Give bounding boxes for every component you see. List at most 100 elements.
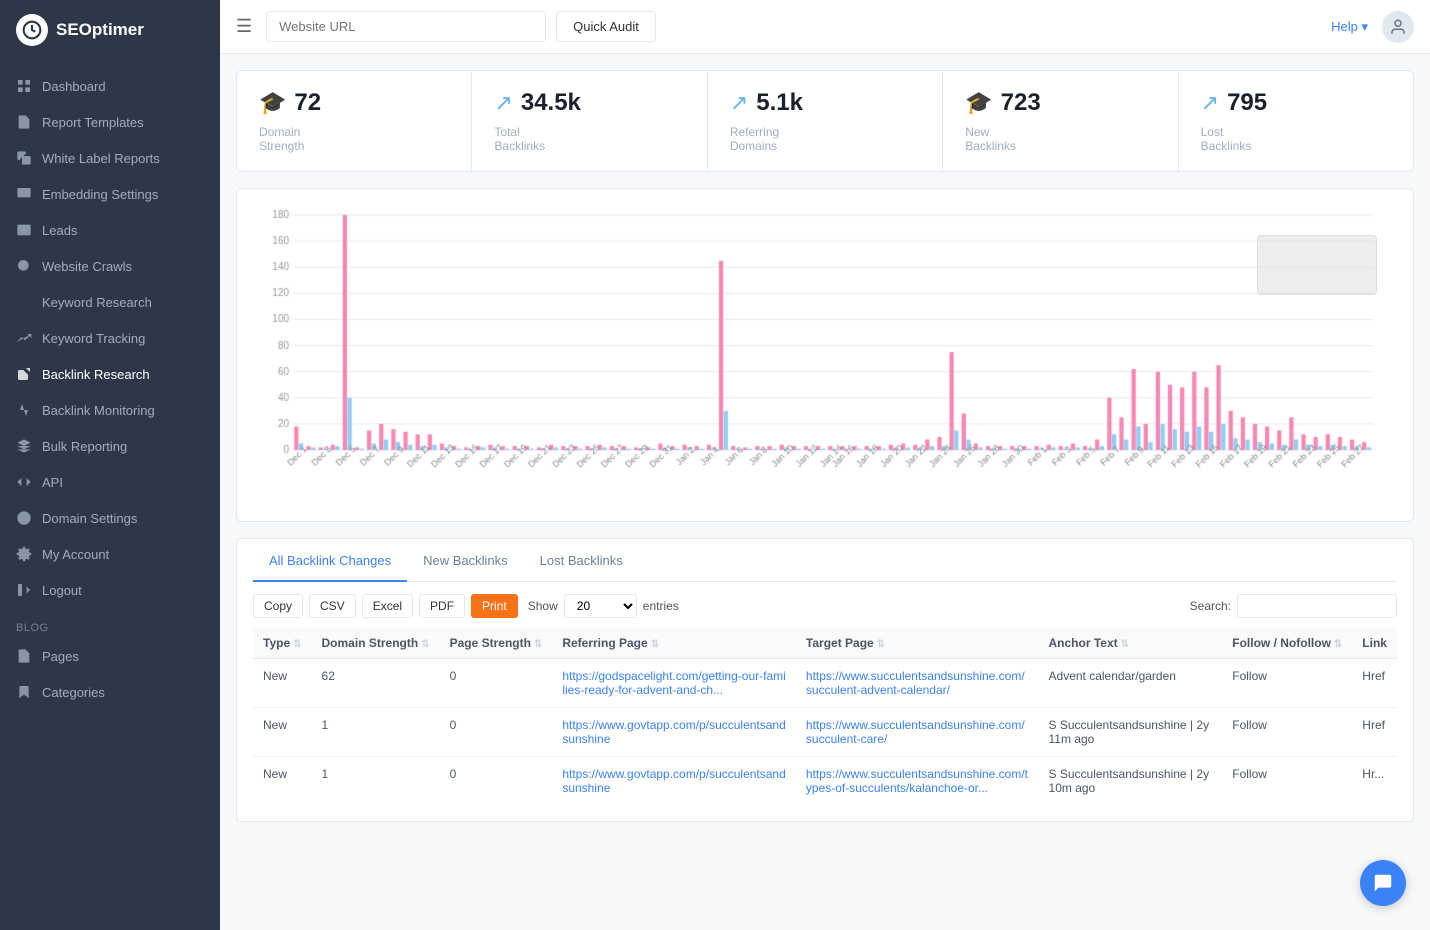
logo-icon — [16, 14, 48, 46]
tab-all-backlink-changes[interactable]: All Backlink Changes — [253, 539, 407, 582]
sidebar-item-white-label[interactable]: White Label Reports — [0, 140, 220, 176]
sidebar-item-bulk-reporting[interactable]: Bulk Reporting — [0, 428, 220, 464]
pdf-button[interactable]: PDF — [419, 594, 465, 618]
help-link[interactable]: Help ▾ — [1331, 19, 1368, 35]
cell-target-page: https://www.succulentsandsunshine.com/su… — [796, 708, 1039, 757]
tab-new-backlinks[interactable]: New Backlinks — [407, 539, 524, 582]
sidebar-item-label: My Account — [42, 547, 109, 562]
sidebar-item-backlink-monitoring[interactable]: Backlink Monitoring — [0, 392, 220, 428]
layers-icon — [16, 438, 32, 454]
sidebar-item-label: Logout — [42, 583, 82, 598]
chart-legend — [1257, 235, 1377, 295]
table-row: New 62 0 https://godspacelight.com/getti… — [253, 659, 1397, 708]
chart-wrap — [253, 205, 1397, 505]
cell-referring-page: https://www.govtapp.com/p/succulentsands… — [552, 757, 796, 806]
user-avatar[interactable] — [1382, 11, 1414, 43]
stat-total-backlinks: ↗ 34.5k TotalBacklinks — [472, 71, 707, 171]
cell-type: New — [253, 659, 312, 708]
sidebar-item-domain-settings[interactable]: Domain Settings — [0, 500, 220, 536]
target-page-link[interactable]: https://www.succulentsandsunshine.com/su… — [806, 669, 1025, 697]
blog-section-label: Blog — [0, 608, 220, 638]
settings-icon — [16, 546, 32, 562]
activity-icon — [16, 402, 32, 418]
col-type: Type⇅ — [253, 628, 312, 659]
stat-value: 34.5k — [521, 89, 581, 117]
col-domain-strength: Domain Strength⇅ — [312, 628, 440, 659]
hamburger-button[interactable]: ☰ — [236, 16, 252, 37]
log-out-icon — [16, 582, 32, 598]
cell-link: Href — [1352, 659, 1397, 708]
sidebar-item-embedding[interactable]: Embedding Settings — [0, 176, 220, 212]
cell-page-strength: 0 — [440, 659, 553, 708]
logo[interactable]: SEOptimer — [0, 0, 220, 60]
url-input[interactable] — [266, 11, 546, 42]
sidebar-item-api[interactable]: API — [0, 464, 220, 500]
sidebar-item-dashboard[interactable]: Dashboard — [0, 68, 220, 104]
sidebar: SEOptimer Dashboard Report Templates Whi… — [0, 0, 220, 930]
copy-icon — [16, 150, 32, 166]
cell-follow: Follow — [1222, 659, 1352, 708]
table-row: New 1 0 https://www.govtapp.com/p/succul… — [253, 708, 1397, 757]
cell-domain-strength: 1 — [312, 708, 440, 757]
referring-page-link[interactable]: https://godspacelight.com/getting-our-fa… — [562, 669, 785, 697]
sidebar-item-report-templates[interactable]: Report Templates — [0, 104, 220, 140]
brand-name: SEOptimer — [56, 20, 144, 40]
bar-chart-icon — [16, 294, 32, 310]
sidebar-item-logout[interactable]: Logout — [0, 572, 220, 608]
sidebar-item-pages[interactable]: Pages — [0, 638, 220, 674]
external-link-icon-4: ↗ — [1201, 90, 1219, 116]
content-area: 🎓 72 DomainStrength ↗ 34.5k TotalBacklin… — [220, 54, 1430, 930]
referring-page-link[interactable]: https://www.govtapp.com/p/succulentsands… — [562, 767, 785, 795]
search-input[interactable] — [1237, 594, 1397, 618]
tab-lost-backlinks[interactable]: Lost Backlinks — [524, 539, 639, 582]
quick-audit-button[interactable]: Quick Audit — [556, 11, 656, 42]
cell-referring-page: https://godspacelight.com/getting-our-fa… — [552, 659, 796, 708]
cell-link: Hr... — [1352, 757, 1397, 806]
sidebar-item-categories[interactable]: Categories — [0, 674, 220, 710]
entries-select[interactable]: 20 50 100 — [564, 594, 637, 618]
stat-label: LostBacklinks — [1201, 125, 1391, 153]
data-table: Type⇅ Domain Strength⇅ Page Strength⇅ Re… — [253, 628, 1397, 805]
sidebar-item-keyword-tracking[interactable]: Keyword Tracking — [0, 320, 220, 356]
cell-type: New — [253, 757, 312, 806]
cell-follow: Follow — [1222, 757, 1352, 806]
search-label: Search: — [1190, 599, 1231, 613]
stat-value: 795 — [1227, 89, 1267, 117]
sidebar-item-label: Website Crawls — [42, 259, 132, 274]
sidebar-item-backlink-research[interactable]: Backlink Research — [0, 356, 220, 392]
external-link-icon — [16, 366, 32, 382]
sidebar-item-label: Dashboard — [42, 79, 106, 94]
target-page-link[interactable]: https://www.succulentsandsunshine.com/su… — [806, 718, 1025, 746]
csv-button[interactable]: CSV — [309, 594, 356, 618]
sidebar-item-label: Report Templates — [42, 115, 144, 130]
chat-fab[interactable] — [1360, 860, 1406, 906]
file-icon — [16, 114, 32, 130]
backlink-chart — [253, 205, 1393, 505]
copy-button[interactable]: Copy — [253, 594, 303, 618]
excel-button[interactable]: Excel — [362, 594, 413, 618]
sidebar-item-website-crawls[interactable]: Website Crawls — [0, 248, 220, 284]
external-link-icon-2: ↗ — [494, 90, 512, 116]
cell-link: Href — [1352, 708, 1397, 757]
globe-icon — [16, 510, 32, 526]
sidebar-item-leads[interactable]: Leads — [0, 212, 220, 248]
cell-domain-strength: 62 — [312, 659, 440, 708]
external-link-icon-3: ↗ — [730, 90, 748, 116]
stat-label: DomainStrength — [259, 125, 449, 153]
sidebar-item-my-account[interactable]: My Account — [0, 536, 220, 572]
cell-target-page: https://www.succulentsandsunshine.com/ty… — [796, 757, 1039, 806]
sidebar-item-label: Keyword Tracking — [42, 331, 145, 346]
stats-row: 🎓 72 DomainStrength ↗ 34.5k TotalBacklin… — [236, 70, 1414, 172]
print-button[interactable]: Print — [471, 594, 518, 618]
target-page-link[interactable]: https://www.succulentsandsunshine.com/ty… — [806, 767, 1028, 795]
mail-icon — [16, 222, 32, 238]
referring-page-link[interactable]: https://www.govtapp.com/p/succulentsands… — [562, 718, 785, 746]
trending-up-icon — [16, 330, 32, 346]
topbar-right: Help ▾ — [1331, 11, 1414, 43]
sidebar-item-label: Pages — [42, 649, 79, 664]
sidebar-item-label: Domain Settings — [42, 511, 137, 526]
cell-anchor-text: Advent calendar/garden — [1039, 659, 1223, 708]
sidebar-item-keyword-research[interactable]: Keyword Research — [0, 284, 220, 320]
sidebar-item-label: Embedding Settings — [42, 187, 158, 202]
grad-cap-icon-1: 🎓 — [259, 90, 286, 116]
